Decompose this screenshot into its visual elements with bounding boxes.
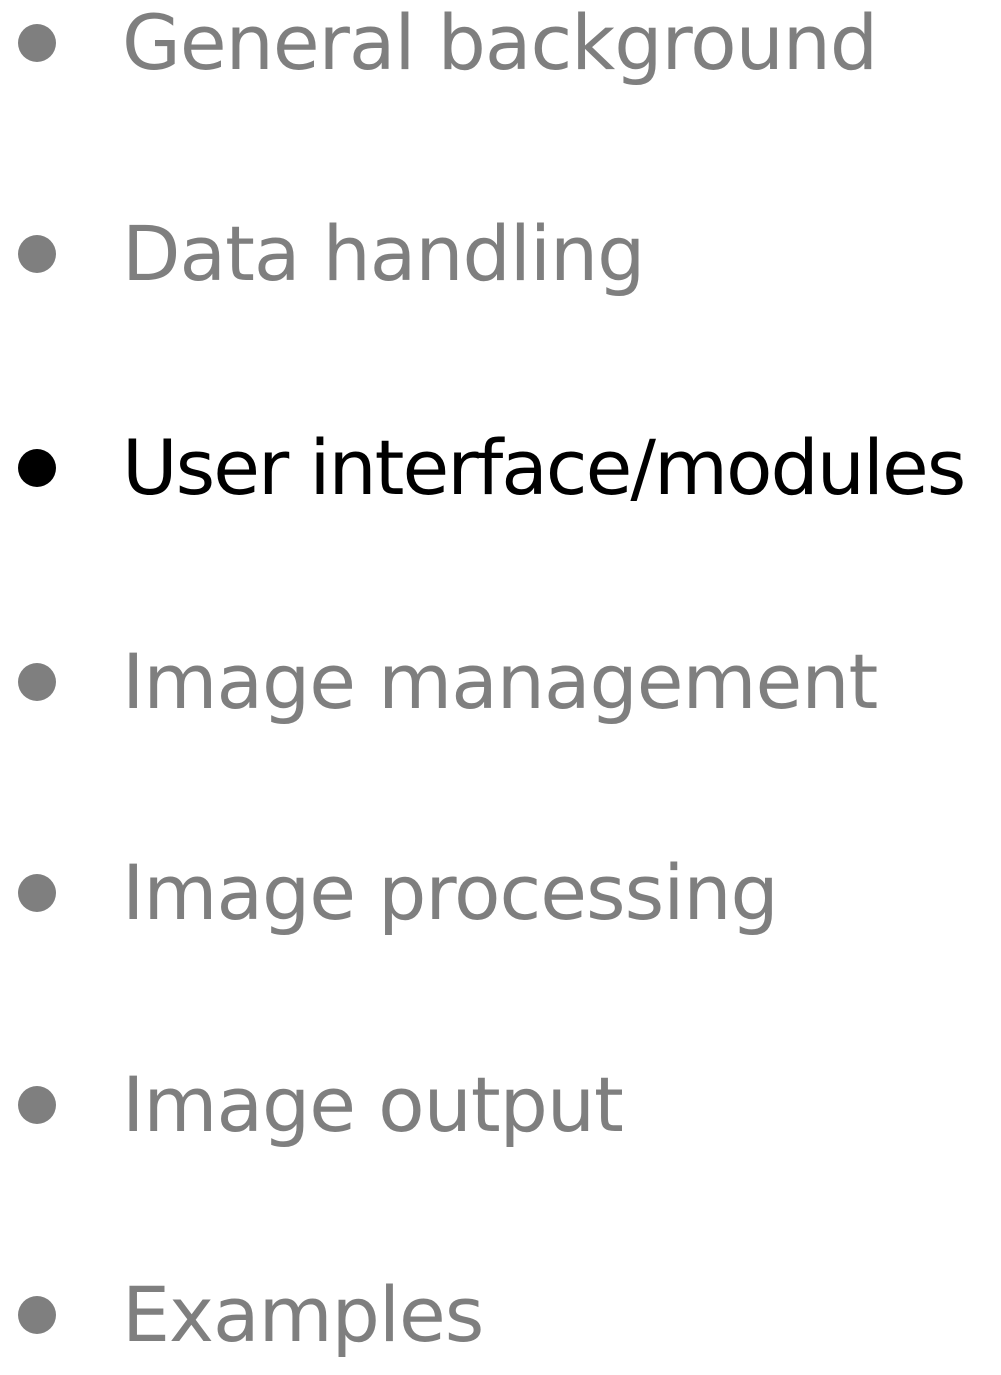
agenda-item-label: General background [122,0,878,87]
agenda-item-label: Image management [122,637,878,726]
bullet-icon [18,874,56,912]
agenda-item-label: Image output [122,1060,624,1149]
agenda-item-data-handling: Data handling [0,194,1001,314]
bullet-icon [18,235,56,273]
agenda-item-image-processing: Image processing [0,833,1001,953]
agenda-item-general-background: General background [0,0,1001,103]
agenda-list: General background Data handling User in… [0,0,1001,1364]
agenda-item-label: Image processing [122,848,779,937]
agenda-item-examples: Examples [0,1255,1001,1375]
agenda-item-label: User interface/modules [122,423,966,512]
bullet-icon [18,663,56,701]
agenda-item-image-output: Image output [0,1045,1001,1165]
agenda-item-image-management: Image management [0,622,1001,742]
bullet-icon [18,449,56,487]
bullet-icon [18,1086,56,1124]
agenda-item-user-interface-modules: User interface/modules [0,408,1001,528]
bullet-icon [18,24,56,62]
bullet-icon [18,1296,56,1334]
agenda-item-label: Data handling [122,209,645,298]
agenda-item-label: Examples [122,1270,484,1359]
